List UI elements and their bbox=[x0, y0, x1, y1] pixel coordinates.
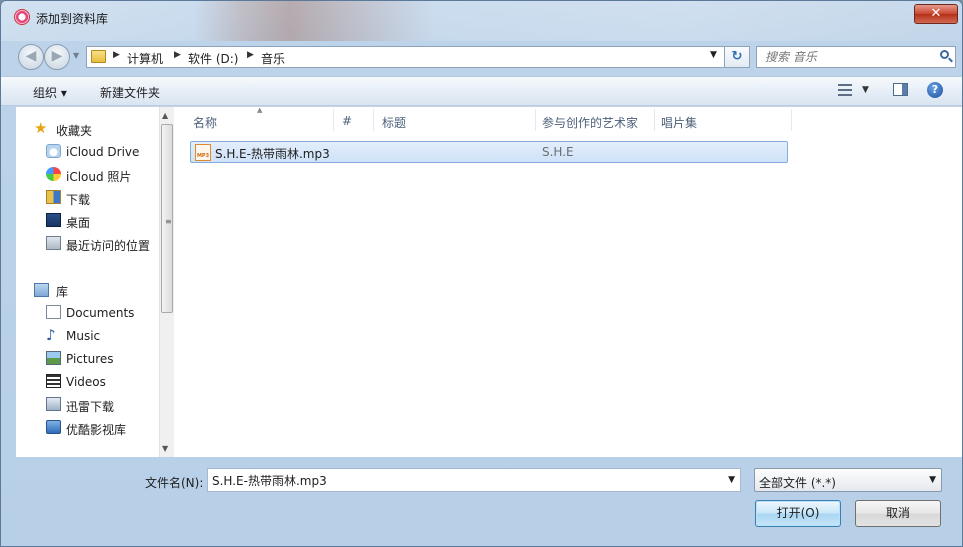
star-icon: ★ bbox=[34, 119, 48, 137]
file-type-dropdown-icon[interactable]: ▼ bbox=[929, 475, 936, 485]
column-divider[interactable] bbox=[654, 109, 655, 131]
breadcrumb-separator-icon[interactable]: ▶ bbox=[247, 50, 254, 60]
file-type-select[interactable]: 全部文件 (*.*) ▼ bbox=[754, 468, 942, 492]
file-name[interactable]: S.H.E-热带雨林.mp3 bbox=[215, 145, 330, 162]
recent-places-icon bbox=[46, 236, 61, 250]
sidebar-item-documents[interactable]: Documents bbox=[66, 306, 134, 320]
forward-button[interactable]: ▶ bbox=[44, 44, 70, 70]
sort-ascending-icon: ▲ bbox=[257, 106, 263, 114]
icloud-icon bbox=[46, 144, 61, 158]
sidebar-item-recent-places[interactable]: 最近访问的位置 bbox=[66, 237, 150, 254]
open-button[interactable]: 打开(O) bbox=[755, 500, 841, 527]
column-header-name[interactable]: 名称 bbox=[193, 114, 217, 131]
pictures-icon bbox=[46, 351, 61, 365]
thunder-download-icon bbox=[46, 397, 61, 411]
file-type-value: 全部文件 (*.*) bbox=[759, 476, 836, 490]
column-divider[interactable] bbox=[373, 109, 374, 131]
youku-library-icon bbox=[46, 420, 61, 434]
sidebar-item-thunder-download[interactable]: 迅雷下载 bbox=[66, 398, 114, 415]
library-icon bbox=[34, 283, 49, 297]
cancel-button[interactable]: 取消 bbox=[855, 500, 941, 527]
refresh-button[interactable]: ↻ bbox=[724, 46, 750, 68]
itunes-app-icon bbox=[14, 9, 30, 25]
back-button[interactable]: ◀ bbox=[18, 44, 44, 70]
filename-dropdown-icon[interactable]: ▼ bbox=[728, 475, 735, 485]
sidebar-item-videos[interactable]: Videos bbox=[66, 375, 106, 389]
sidebar-item-downloads[interactable]: 下载 bbox=[66, 191, 90, 208]
navigation-pane: ★ 收藏夹 iCloud Drive iCloud 照片 下载 桌面 最近访问的… bbox=[16, 107, 159, 457]
photos-icon bbox=[46, 167, 61, 181]
search-box[interactable] bbox=[756, 46, 956, 68]
music-icon: ♪ bbox=[46, 326, 56, 344]
address-dropdown-icon[interactable]: ▼ bbox=[710, 50, 717, 60]
sidebar-item-icloud-photos[interactable]: iCloud 照片 bbox=[66, 168, 131, 185]
refresh-icon: ↻ bbox=[731, 49, 743, 64]
sidebar-item-icloud-drive[interactable]: iCloud Drive bbox=[66, 145, 139, 159]
new-folder-button[interactable]: 新建文件夹 bbox=[100, 84, 160, 101]
breadcrumb-separator-icon[interactable]: ▶ bbox=[113, 50, 120, 60]
sidebar-item-youku-library[interactable]: 优酷影视库 bbox=[66, 421, 126, 438]
breadcrumb-music[interactable]: 音乐 bbox=[261, 50, 285, 67]
search-icon[interactable] bbox=[940, 50, 949, 59]
sidebar-item-music[interactable]: Music bbox=[66, 329, 100, 343]
column-header-contributing-artists[interactable]: 参与创作的艺术家 bbox=[542, 114, 638, 131]
column-divider[interactable] bbox=[333, 109, 334, 131]
mp3-file-icon: MP3 bbox=[195, 144, 211, 161]
file-artist: S.H.E bbox=[542, 145, 574, 159]
filename-label: 文件名(N): bbox=[145, 476, 204, 490]
scroll-up-arrow-icon[interactable]: ▲ bbox=[162, 111, 168, 120]
folder-icon bbox=[91, 50, 106, 63]
sidebar-item-favorites[interactable]: 收藏夹 bbox=[56, 122, 92, 139]
filename-combobox[interactable]: ▼ bbox=[207, 468, 741, 492]
scrollbar-grip-icon: ≡ bbox=[165, 217, 172, 226]
preview-pane-icon[interactable] bbox=[893, 83, 908, 96]
column-divider[interactable] bbox=[791, 109, 792, 131]
change-view-icon[interactable] bbox=[838, 84, 852, 96]
history-dropdown-button[interactable]: ▼ bbox=[73, 51, 79, 60]
title-bar-background bbox=[1, 1, 962, 41]
sidebar-item-desktop[interactable]: 桌面 bbox=[66, 214, 90, 231]
column-header-number[interactable]: # bbox=[342, 114, 352, 128]
scroll-down-arrow-icon[interactable]: ▼ bbox=[162, 444, 168, 453]
column-divider[interactable] bbox=[535, 109, 536, 131]
view-options-dropdown-icon[interactable]: ▼ bbox=[862, 85, 869, 95]
download-folder-icon bbox=[46, 190, 61, 204]
breadcrumb-drive-d[interactable]: 软件 (D:) bbox=[188, 50, 238, 67]
window-title: 添加到资料库 bbox=[36, 12, 109, 26]
help-icon[interactable]: ? bbox=[927, 82, 943, 98]
documents-icon bbox=[46, 305, 61, 319]
breadcrumb-separator-icon[interactable]: ▶ bbox=[174, 50, 181, 60]
sidebar-item-pictures[interactable]: Pictures bbox=[66, 352, 114, 366]
column-header-title[interactable]: 标题 bbox=[382, 114, 406, 131]
navigation-scrollbar[interactable]: ▲ ≡ ▼ bbox=[159, 107, 174, 457]
column-header-album[interactable]: 唱片集 bbox=[661, 114, 697, 131]
desktop-icon bbox=[46, 213, 61, 227]
search-input[interactable] bbox=[757, 47, 941, 67]
filename-input[interactable] bbox=[208, 469, 722, 491]
address-bar[interactable]: ▶ 计算机 ▶ 软件 (D:) ▶ 音乐 ▼ bbox=[86, 46, 748, 68]
command-toolbar: 组织 ▾ 新建文件夹 bbox=[1, 76, 962, 106]
organize-button[interactable]: 组织 ▾ bbox=[33, 84, 67, 101]
breadcrumb-computer[interactable]: 计算机 bbox=[127, 50, 163, 67]
videos-icon bbox=[46, 374, 61, 388]
scrollbar-thumb[interactable]: ≡ bbox=[161, 124, 173, 313]
close-button[interactable]: ✕ bbox=[914, 4, 958, 24]
file-row[interactable]: MP3 S.H.E-热带雨林.mp3 S.H.E bbox=[190, 141, 788, 163]
sidebar-item-libraries[interactable]: 库 bbox=[56, 283, 68, 300]
